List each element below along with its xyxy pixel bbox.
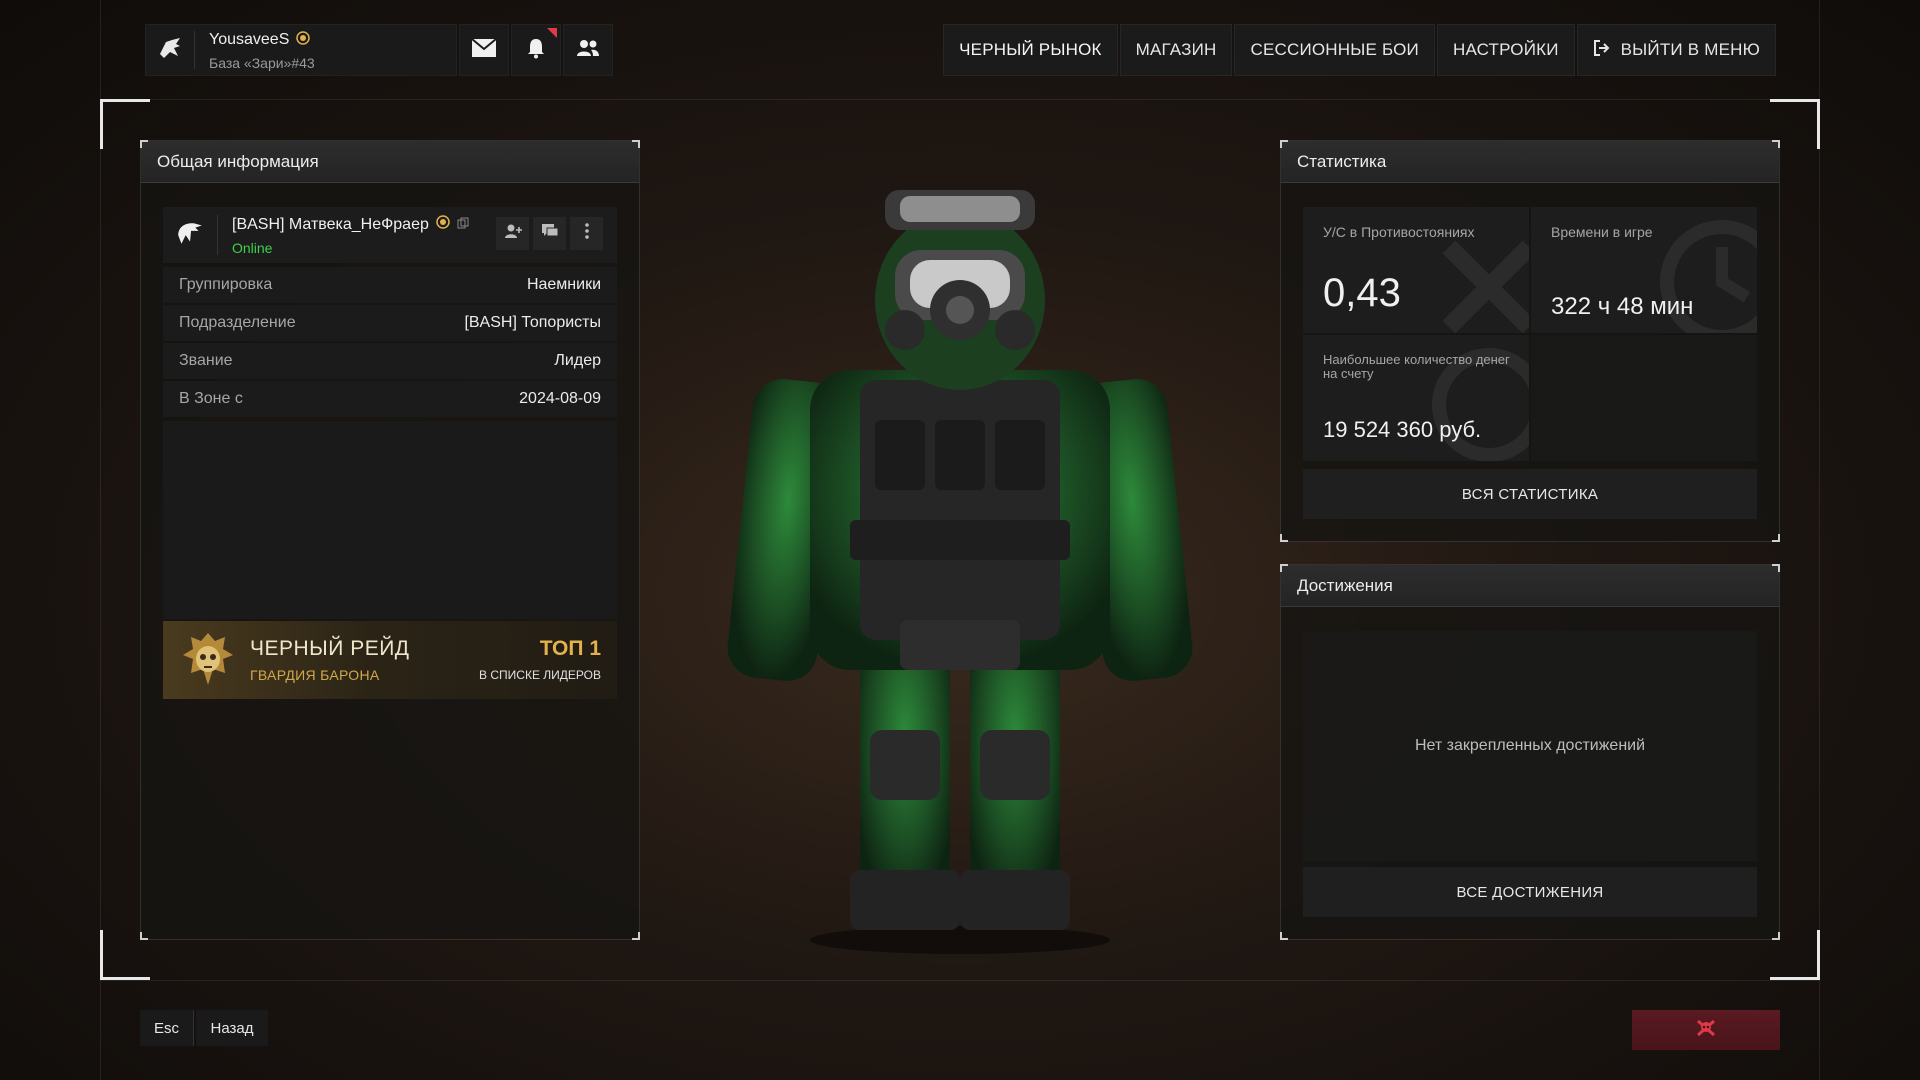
friends-button[interactable] bbox=[563, 24, 613, 76]
info-key: Группировка bbox=[179, 276, 273, 293]
info-row: Звание Лидер bbox=[163, 343, 617, 379]
money-stat-card: Наибольшее количество денег на счету 19 … bbox=[1303, 335, 1529, 461]
playtime-value: 322 ч 48 мин bbox=[1551, 293, 1694, 320]
info-key: Подразделение bbox=[179, 314, 296, 331]
more-options-button[interactable] bbox=[570, 217, 603, 250]
no-achievements-text: Нет закрепленных достижений bbox=[1414, 737, 1646, 754]
info-value: Наемники bbox=[526, 276, 601, 293]
info-table: Группировка Наемники Подразделение [BASH… bbox=[163, 267, 617, 419]
panel-title: Общая информация bbox=[141, 141, 639, 183]
money-label: Наибольшее количество денег на счету bbox=[1323, 352, 1510, 381]
envelope-icon bbox=[471, 37, 497, 63]
empty-stat-card bbox=[1531, 335, 1757, 461]
crosshair-icon bbox=[1429, 227, 1529, 333]
bell-icon bbox=[526, 37, 546, 64]
premium-badge-icon bbox=[435, 214, 451, 235]
exit-label: ВЫЙТИ В МЕНЮ bbox=[1620, 40, 1760, 59]
info-row: Группировка Наемники bbox=[163, 267, 617, 303]
info-key: В Зоне с bbox=[179, 390, 243, 407]
user-bar: YousaveeS База «Зари»#43 bbox=[145, 24, 615, 76]
raid-subtitle: ГВАРДИЯ БАРОНА bbox=[250, 667, 380, 683]
nav-settings[interactable]: НАСТРОЙКИ bbox=[1436, 24, 1575, 76]
info-key: Звание bbox=[179, 352, 233, 369]
raid-title: ЧЕРНЫЙ РЕЙД bbox=[250, 637, 410, 660]
money-value: 19 524 360 руб. bbox=[1323, 417, 1482, 442]
general-info-panel: Общая информация [BASH] Матвека_НеФраер … bbox=[140, 140, 640, 940]
player-name: [BASH] Матвека_НеФраер bbox=[232, 215, 429, 233]
playtime-stat-card: Времени в игре 322 ч 48 мин bbox=[1531, 207, 1757, 333]
esc-key-hint[interactable]: Esc bbox=[140, 1010, 194, 1046]
chat-icon bbox=[541, 223, 559, 244]
message-button[interactable] bbox=[533, 217, 566, 250]
panel-title: Достижения bbox=[1281, 565, 1779, 607]
info-value: Лидер bbox=[554, 352, 601, 369]
username: YousaveeS bbox=[209, 31, 290, 48]
more-vertical-icon bbox=[584, 222, 590, 245]
panel-title: Статистика bbox=[1281, 141, 1779, 183]
character-model[interactable] bbox=[720, 170, 1200, 960]
mail-button[interactable] bbox=[459, 24, 509, 76]
main-nav: ЧЕРНЫЙ РЫНОК МАГАЗИН СЕССИОННЫЕ БОИ НАСТ… bbox=[943, 24, 1776, 76]
copy-icon[interactable] bbox=[457, 216, 469, 234]
nav-session-battles[interactable]: СЕССИОННЫЕ БОИ bbox=[1234, 24, 1435, 76]
exit-icon bbox=[1593, 39, 1621, 62]
notifications-button[interactable] bbox=[511, 24, 561, 76]
raid-rank: ТОП 1 bbox=[539, 637, 601, 660]
all-statistics-button[interactable]: ВСЯ СТАТИСТИКА bbox=[1303, 469, 1757, 519]
kd-label: У/С в Противостояниях bbox=[1323, 224, 1475, 240]
nav-black-market[interactable]: ЧЕРНЫЙ РЫНОК bbox=[943, 24, 1118, 76]
achievements-panel: Достижения Нет закрепленных достижений В… bbox=[1280, 564, 1780, 940]
report-player-button[interactable] bbox=[1632, 1010, 1780, 1050]
online-status: Online bbox=[232, 240, 273, 256]
skull-crossbones-icon bbox=[1695, 1018, 1717, 1043]
kd-value: 0,43 bbox=[1323, 271, 1401, 315]
user-profile[interactable]: YousaveeS База «Зари»#43 bbox=[145, 24, 457, 76]
users-icon bbox=[576, 38, 600, 63]
back-button[interactable]: Назад bbox=[196, 1010, 268, 1046]
info-empty-area bbox=[163, 421, 617, 619]
exit-to-menu-button[interactable]: ВЫЙТИ В МЕНЮ bbox=[1576, 24, 1776, 76]
info-row: В Зоне с 2024-08-09 bbox=[163, 381, 617, 417]
all-achievements-button[interactable]: ВСЕ ДОСТИЖЕНИЯ bbox=[1303, 867, 1757, 917]
base-name: База «Зари»#43 bbox=[209, 54, 315, 71]
faction-logo-icon bbox=[156, 34, 184, 67]
skull-emblem-icon bbox=[177, 629, 239, 696]
playtime-label: Времени в игре bbox=[1551, 224, 1653, 240]
achievements-empty-area: Нет закрепленных достижений bbox=[1303, 631, 1757, 861]
kd-stat-card: У/С в Противостояниях 0,43 bbox=[1303, 207, 1529, 333]
faction-logo-icon bbox=[175, 218, 205, 253]
raid-rank-label: В СПИСКЕ ЛИДЕРОВ bbox=[479, 668, 601, 682]
premium-badge-icon bbox=[295, 30, 311, 51]
black-raid-banner[interactable]: ЧЕРНЫЙ РЕЙД ГВАРДИЯ БАРОНА ТОП 1 В СПИСК… bbox=[163, 621, 617, 699]
info-value: 2024-08-09 bbox=[519, 390, 601, 407]
info-value: [BASH] Топористы bbox=[464, 314, 601, 331]
add-user-icon bbox=[504, 223, 522, 244]
statistics-panel: Статистика У/С в Противостояниях 0,43 Вр… bbox=[1280, 140, 1780, 542]
notification-indicator bbox=[547, 28, 557, 38]
info-row: Подразделение [BASH] Топористы bbox=[163, 305, 617, 341]
nav-shop[interactable]: МАГАЗИН bbox=[1119, 24, 1233, 76]
add-friend-button[interactable] bbox=[496, 217, 529, 250]
player-card: [BASH] Матвека_НеФраер Online bbox=[163, 207, 617, 263]
